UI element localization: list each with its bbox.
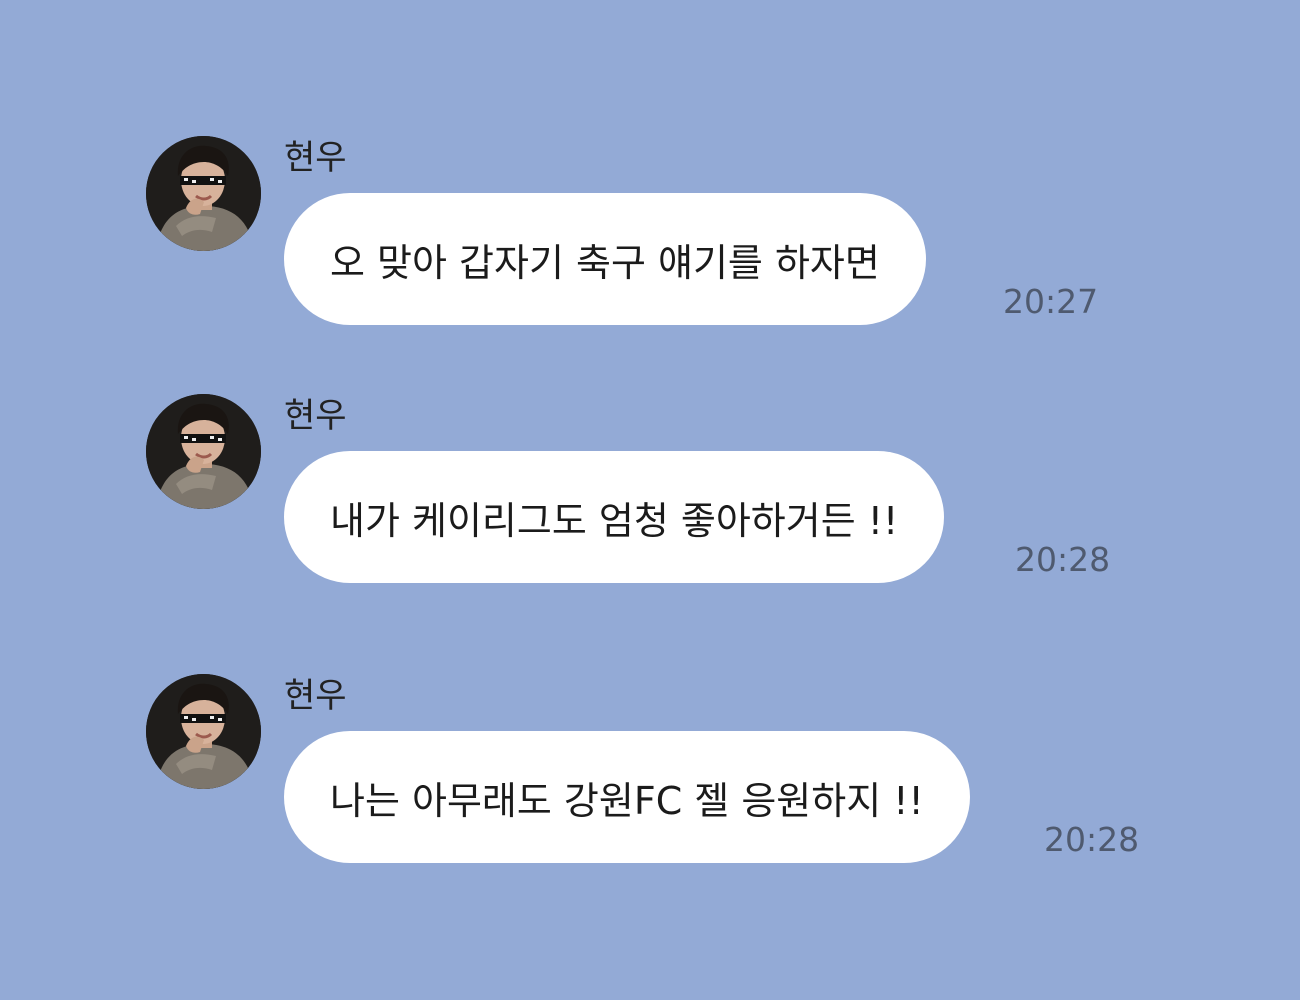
profile-photo-icon xyxy=(146,394,261,509)
chat-thread: 현우 오 맞아 갑자기 축구 얘기를 하자면 20:27 현우 내가 케이리그도… xyxy=(0,0,1300,1000)
chat-message: 현우 나는 아무래도 강원FC 젤 응원하지 !! 20:28 xyxy=(146,674,1246,874)
sender-name: 현우 xyxy=(284,396,347,436)
message-bubble[interactable]: 나는 아무래도 강원FC 젤 응원하지 !! xyxy=(284,731,970,863)
avatar[interactable] xyxy=(146,674,261,789)
chat-message: 현우 내가 케이리그도 엄청 좋아하거든 !! 20:28 xyxy=(146,394,1246,594)
chat-message: 현우 오 맞아 갑자기 축구 얘기를 하자면 20:27 xyxy=(146,136,1246,336)
message-bubble[interactable]: 내가 케이리그도 엄청 좋아하거든 !! xyxy=(284,451,945,583)
message-time: 20:28 xyxy=(1015,540,1111,579)
message-time: 20:28 xyxy=(1044,820,1140,859)
profile-photo-icon xyxy=(146,136,261,251)
sender-name: 현우 xyxy=(284,138,347,178)
profile-photo-icon xyxy=(146,674,261,789)
avatar[interactable] xyxy=(146,136,261,251)
message-time: 20:27 xyxy=(1003,282,1099,321)
message-bubble[interactable]: 오 맞아 갑자기 축구 얘기를 하자면 xyxy=(284,193,926,325)
sender-name: 현우 xyxy=(284,676,347,716)
avatar[interactable] xyxy=(146,394,261,509)
